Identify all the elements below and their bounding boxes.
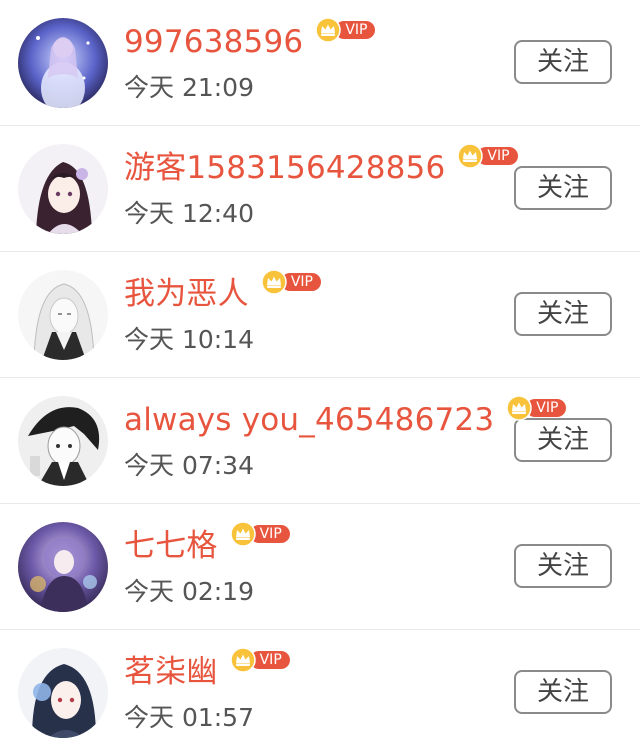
vip-label: VIP xyxy=(335,21,376,39)
visit-time: 今天 02:19 xyxy=(124,577,254,606)
vip-label: VIP xyxy=(477,147,518,165)
username[interactable]: 茗柒幽 xyxy=(124,652,218,692)
list-item[interactable]: 游客1583156428856 VIP 今天 12:40 关注 xyxy=(0,126,640,252)
vip-label: VIP xyxy=(249,525,290,543)
follow-button[interactable]: 关注 xyxy=(514,418,612,462)
avatar-image xyxy=(18,18,108,108)
avatar-image xyxy=(18,522,108,612)
vip-label: VIP xyxy=(249,651,290,669)
visit-time: 今天 01:57 xyxy=(124,703,254,732)
vip-label: VIP xyxy=(280,273,321,291)
vip-badge: VIP xyxy=(457,143,518,169)
visitor-list: 997638596 VIP 今天 21:09 关注 游客158315642885… xyxy=(0,0,640,756)
username[interactable]: always you_465486723 xyxy=(124,400,494,440)
crown-icon xyxy=(229,521,256,547)
name-line: 茗柒幽 VIP xyxy=(124,647,290,692)
name-line: 997638596 VIP xyxy=(124,17,376,62)
visit-time: 今天 21:09 xyxy=(124,73,254,102)
avatar[interactable] xyxy=(18,18,108,108)
avatar[interactable] xyxy=(18,396,108,486)
follow-button[interactable]: 关注 xyxy=(514,670,612,714)
crown-icon xyxy=(506,395,533,421)
list-item[interactable]: 我为恶人 VIP 今天 10:14 关注 xyxy=(0,252,640,378)
list-item[interactable]: 七七格 VIP 今天 02:19 关注 xyxy=(0,504,640,630)
name-line: 七七格 VIP xyxy=(124,521,290,566)
follow-button[interactable]: 关注 xyxy=(514,166,612,210)
name-line: always you_465486723 VIP xyxy=(124,395,567,440)
avatar[interactable] xyxy=(18,522,108,612)
username[interactable]: 我为恶人 xyxy=(124,274,249,314)
avatar-image xyxy=(18,396,108,486)
username[interactable]: 游客1583156428856 xyxy=(124,148,445,188)
visit-time: 今天 10:14 xyxy=(124,325,254,354)
crown-icon xyxy=(457,143,484,169)
avatar[interactable] xyxy=(18,648,108,738)
crown-icon xyxy=(261,269,287,295)
avatar-image xyxy=(18,144,108,234)
username[interactable]: 997638596 xyxy=(124,22,303,62)
list-item[interactable]: 997638596 VIP 今天 21:09 关注 xyxy=(0,0,640,126)
follow-button[interactable]: 关注 xyxy=(514,292,612,336)
crown-icon xyxy=(315,17,342,43)
list-item[interactable]: 茗柒幽 VIP 今天 01:57 关注 xyxy=(0,630,640,756)
vip-badge: VIP xyxy=(506,395,567,421)
vip-badge: VIP xyxy=(315,17,376,43)
list-item[interactable]: always you_465486723 VIP 今天 07:34 关注 xyxy=(0,378,640,504)
crown-icon xyxy=(229,647,256,673)
vip-label: VIP xyxy=(526,399,567,417)
vip-badge: VIP xyxy=(261,269,321,295)
avatar-image xyxy=(18,270,108,360)
follow-button[interactable]: 关注 xyxy=(514,544,612,588)
avatar-image xyxy=(18,648,108,738)
visit-time: 今天 12:40 xyxy=(124,199,254,228)
follow-button[interactable]: 关注 xyxy=(514,40,612,84)
name-line: 我为恶人 VIP xyxy=(124,269,321,314)
username[interactable]: 七七格 xyxy=(124,526,218,566)
avatar[interactable] xyxy=(18,270,108,360)
avatar[interactable] xyxy=(18,144,108,234)
vip-badge: VIP xyxy=(229,521,290,547)
visit-time: 今天 07:34 xyxy=(124,451,254,480)
name-line: 游客1583156428856 VIP xyxy=(124,143,518,188)
vip-badge: VIP xyxy=(229,647,290,673)
